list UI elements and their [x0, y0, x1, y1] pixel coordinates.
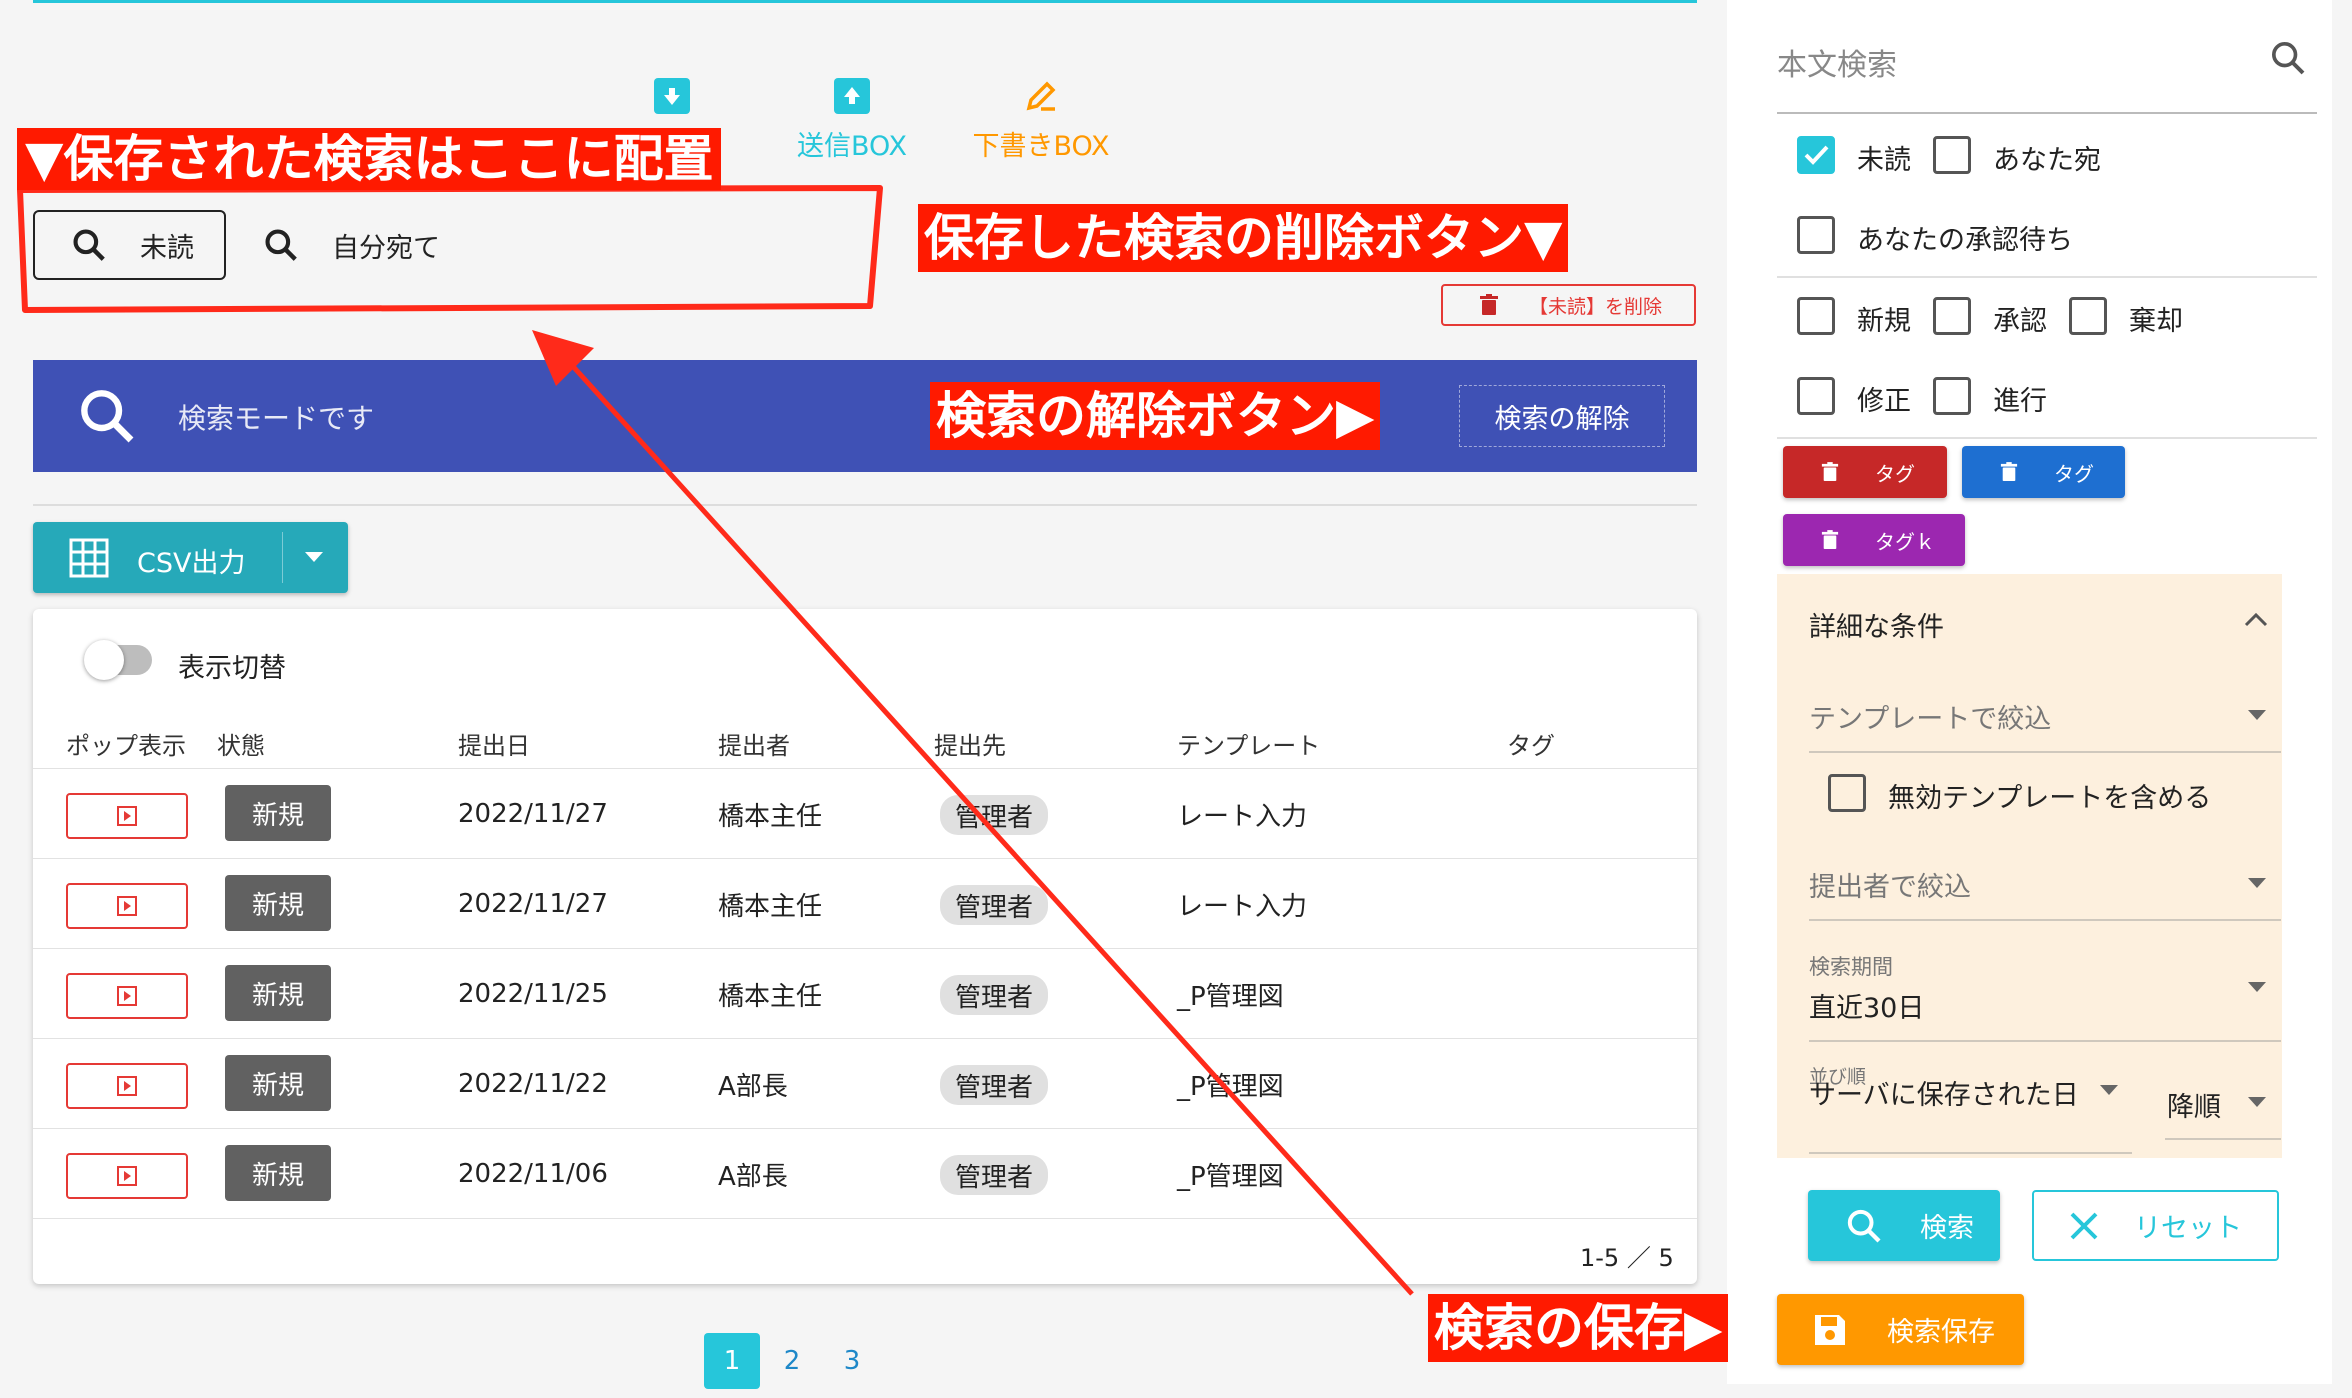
- annotation-release-button: 検索の解除ボタン▶: [930, 382, 1381, 450]
- annotation-save-search: 検索の保存▶: [1428, 1294, 1729, 1362]
- annotation-delete-button: 保存した検索の削除ボタン▼: [918, 204, 1569, 272]
- annotation-saved-here: ▼保存された検索はここに配置: [17, 128, 722, 190]
